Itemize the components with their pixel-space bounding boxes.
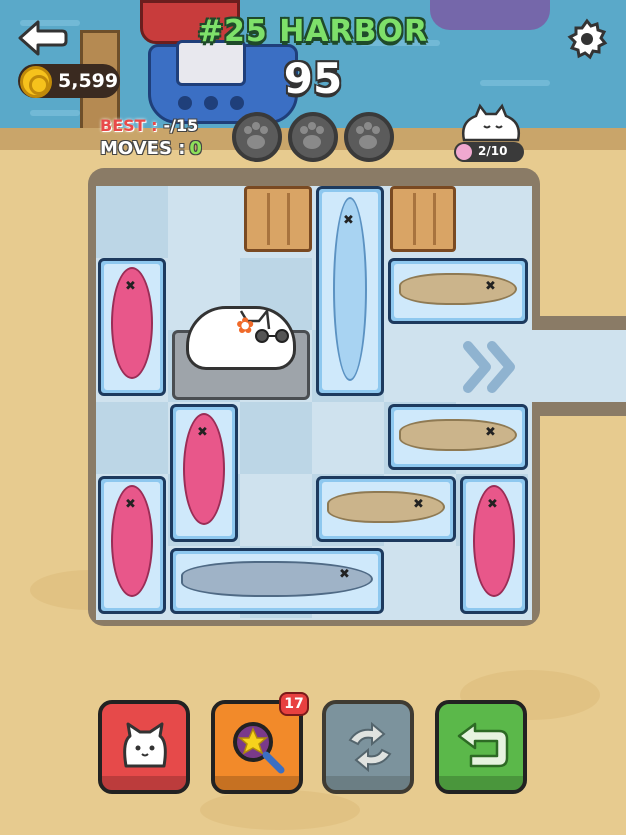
moves-label: MOVES : [100, 138, 186, 159]
moves-stat: MOVES :0 [100, 138, 202, 159]
level-title: #25 HARBOR [197, 14, 429, 49]
fish-block-vertical[interactable]: ✖ [460, 476, 528, 614]
fish-block-horizontal[interactable]: ✖ [316, 476, 456, 542]
distant-boat [430, 0, 550, 30]
double-chevron-right-icon [462, 340, 526, 394]
best-label: BEST : [100, 116, 158, 135]
paw-icon [244, 122, 268, 149]
boat-porthole [230, 96, 244, 110]
paw-icon [456, 144, 472, 160]
sunglasses-icon [252, 328, 292, 343]
fish-block-vertical[interactable]: ✖ [316, 186, 384, 396]
coin-icon [20, 66, 52, 98]
settings-button[interactable] [566, 18, 608, 60]
exit-wall [532, 316, 626, 330]
wooden-crate [390, 186, 456, 252]
fish-block-horizontal[interactable]: ✖ [388, 404, 528, 470]
coin-amount: 5,599 [58, 70, 119, 92]
moves-value: 0 [189, 138, 202, 159]
fish-block-vertical[interactable]: ✖ [98, 258, 166, 396]
magnifier-star-icon [233, 722, 285, 774]
exit-wall [532, 402, 626, 416]
back-button[interactable] [16, 18, 68, 58]
star-slot-3 [344, 112, 394, 162]
fish-block-horizontal[interactable]: ✖ [388, 258, 528, 324]
best-value: -/15 [163, 116, 199, 135]
cat-face-icon [123, 722, 167, 768]
shuffle-icon [348, 722, 392, 772]
boat-porthole [204, 96, 218, 110]
cat-powerup-button[interactable] [98, 700, 190, 794]
boat-porthole [178, 96, 192, 110]
undo-icon [457, 722, 509, 768]
shark-block-horizontal[interactable]: ✖ [170, 548, 384, 614]
paw-icon [356, 122, 380, 149]
shuffle-button[interactable] [322, 700, 414, 794]
gear-icon [567, 18, 608, 60]
paw-icon [300, 122, 324, 149]
fish-block-vertical[interactable]: ✖ [98, 476, 166, 614]
sleeping-cat-icon [456, 100, 526, 144]
fish-block-vertical[interactable]: ✖ [170, 404, 238, 542]
score-display: 95 [283, 54, 343, 103]
hint-count-badge: 17 [279, 692, 309, 716]
best-stat: BEST : -/15 [100, 116, 198, 135]
back-arrow-icon [18, 20, 68, 56]
star-slot-2 [288, 112, 338, 162]
wooden-crate [244, 186, 312, 252]
star-slot-1 [232, 112, 282, 162]
cats-collected-value: 2/10 [478, 144, 508, 158]
undo-button[interactable] [435, 700, 527, 794]
